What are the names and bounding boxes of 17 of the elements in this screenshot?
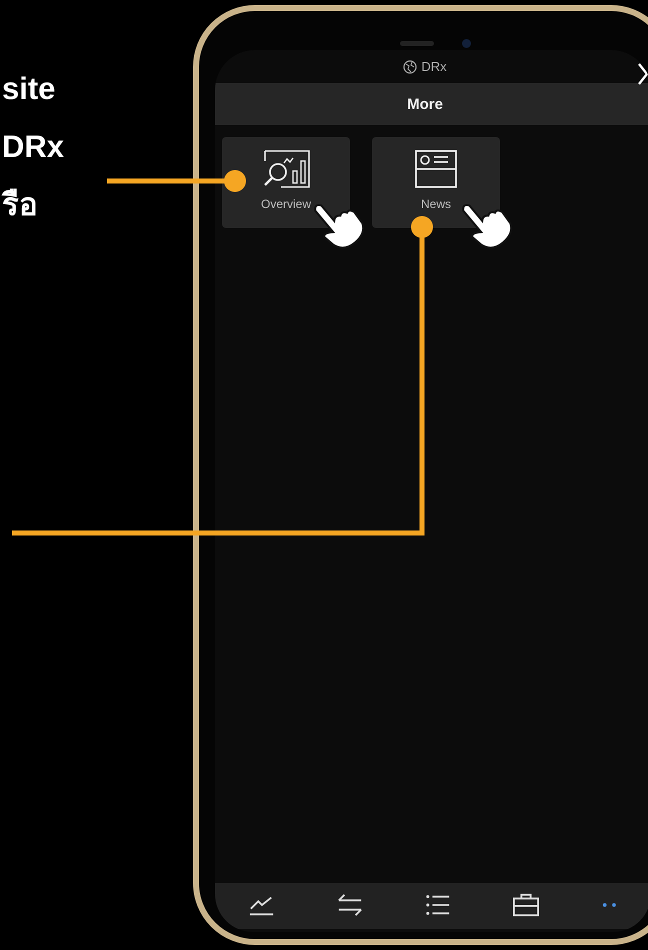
app-title: DRx — [421, 59, 447, 74]
magnifier-chart-icon — [261, 149, 311, 189]
tile-label: News — [420, 197, 451, 211]
caption-text: DRx — [1, 128, 66, 166]
header-title: More — [407, 96, 443, 112]
globe-icon — [403, 60, 418, 74]
menu-tile[interactable]: News — [372, 137, 500, 228]
chevron-right-icon[interactable] — [637, 62, 648, 86]
briefcase-icon[interactable] — [511, 892, 541, 918]
camera-dot — [462, 39, 471, 48]
menu-tile[interactable]: Overview — [222, 137, 350, 228]
caption-text: site — [1, 70, 56, 108]
hand-pointer-icon — [314, 204, 364, 249]
caption-text: รือ — [0, 186, 39, 224]
speaker-grille — [400, 41, 434, 46]
hand-pointer-icon — [462, 204, 512, 249]
tile-label: Overview — [260, 197, 311, 211]
